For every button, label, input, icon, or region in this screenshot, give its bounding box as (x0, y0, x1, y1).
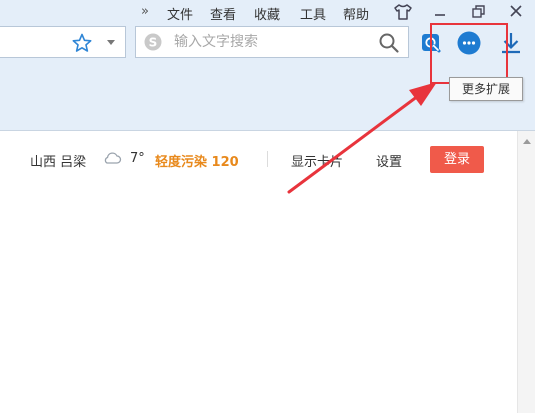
double-chevron-right-icon[interactable]: » (141, 4, 149, 19)
scroll-up-arrow-icon[interactable] (522, 137, 532, 145)
menu-help[interactable]: 帮助 (343, 4, 369, 23)
minimize-icon[interactable] (427, 1, 453, 23)
scrollbar[interactable] (517, 131, 535, 413)
menu-tools[interactable]: 工具 (300, 4, 326, 23)
divider (267, 151, 268, 167)
location-text[interactable]: 山西 吕梁 (30, 151, 86, 170)
menu-view[interactable]: 查看 (210, 4, 236, 23)
dropdown-arrow-icon[interactable] (104, 35, 118, 49)
skin-shirt-icon[interactable] (393, 3, 413, 21)
show-cards-link[interactable]: 显示卡片 (291, 151, 343, 170)
air-quality-text[interactable]: 轻度污染 120 (155, 151, 239, 170)
menu-file[interactable]: 文件 (167, 4, 193, 23)
menu-bar: » 文件 查看 收藏 工具 帮助 (0, 0, 535, 24)
svg-text:S: S (149, 35, 158, 49)
favorite-star-icon[interactable] (72, 33, 92, 53)
sogou-logo-icon[interactable]: S (143, 32, 163, 52)
search-icon[interactable] (378, 32, 400, 54)
chrome-divider (0, 130, 535, 131)
cloud-icon (104, 152, 122, 164)
search-box: S (135, 26, 409, 58)
annotation-highlight-box (430, 23, 508, 84)
close-icon[interactable] (503, 1, 529, 23)
temperature-text: 7° (130, 151, 145, 166)
tooltip: 更多扩展 (449, 77, 523, 101)
search-input[interactable] (174, 27, 364, 57)
settings-link[interactable]: 设置 (376, 151, 402, 170)
menu-favorites[interactable]: 收藏 (254, 4, 280, 23)
login-button[interactable]: 登录 (430, 146, 484, 173)
restore-icon[interactable] (465, 1, 491, 23)
address-bar[interactable] (0, 26, 126, 58)
